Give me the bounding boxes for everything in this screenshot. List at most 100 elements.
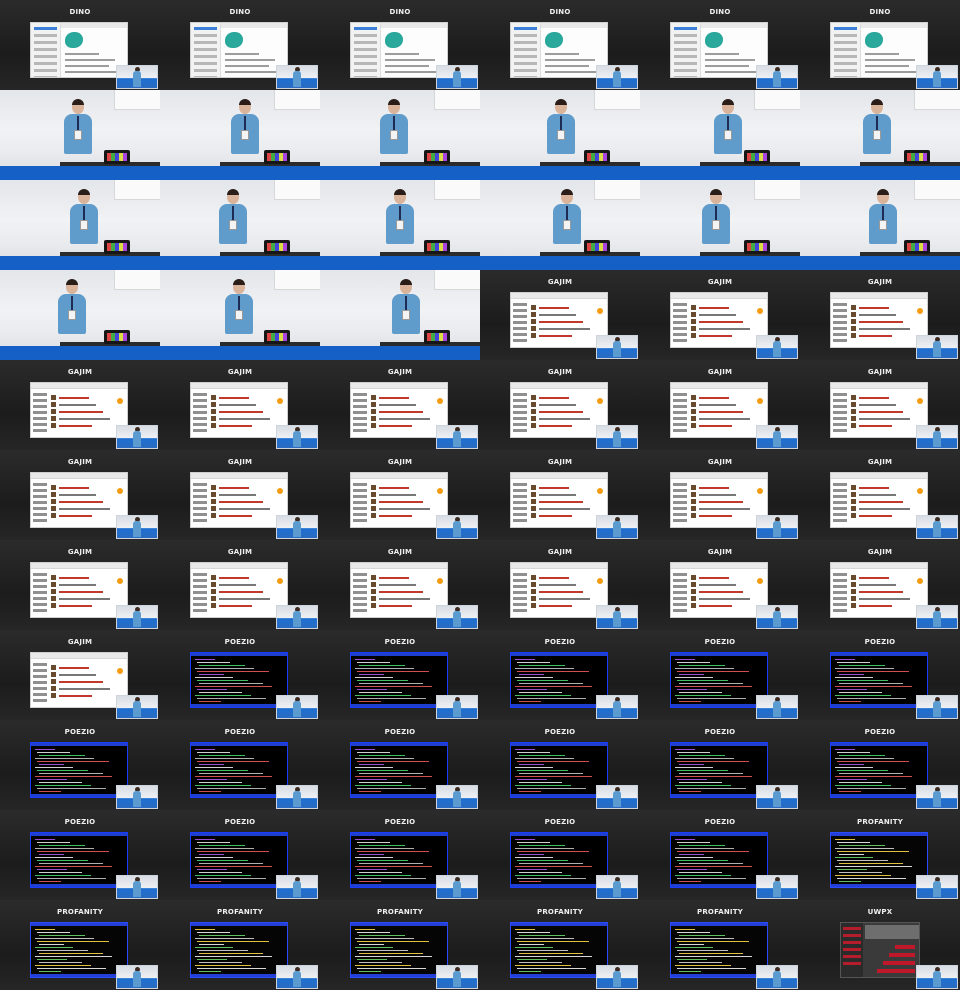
terminal-line	[199, 881, 221, 882]
slide-frame-gajim[interactable]: GAJIM	[480, 360, 640, 450]
slide-frame-gajim[interactable]: GAJIM	[0, 450, 160, 540]
slide-frame-gajim[interactable]: GAJIM	[800, 540, 960, 630]
avatar	[531, 312, 536, 317]
camera-frame[interactable]	[0, 90, 160, 180]
slide-frame-poezio[interactable]: POEZIO	[480, 630, 640, 720]
slide-frame-poezio[interactable]: POEZIO	[160, 720, 320, 810]
roster-item	[673, 399, 687, 402]
message-line	[59, 598, 110, 600]
slide-frame-dino[interactable]: DINO	[480, 0, 640, 90]
roster-column	[833, 393, 847, 435]
speaker	[390, 279, 422, 346]
avatar	[691, 589, 696, 594]
camera-frame[interactable]	[320, 90, 480, 180]
avatar	[531, 499, 536, 504]
message-line	[705, 53, 739, 55]
slide-frame-poezio[interactable]: POEZIO	[320, 720, 480, 810]
slide-frame-profanity[interactable]: PROFANITY	[480, 900, 640, 990]
terminal-line	[839, 782, 882, 783]
slide-frame-gajim[interactable]: GAJIM	[0, 360, 160, 450]
slide-frame-poezio[interactable]: POEZIO	[800, 630, 960, 720]
slide-frame-gajim[interactable]: GAJIM	[320, 450, 480, 540]
gajim-screenshot	[670, 382, 768, 438]
slide-frame-dino[interactable]: DINO	[160, 0, 320, 90]
speaker-video-inset	[436, 875, 478, 899]
window-menubar	[191, 473, 287, 479]
slide-frame-dino[interactable]: DINO	[0, 0, 160, 90]
speaker-video-inset	[436, 695, 478, 719]
avatar	[531, 513, 536, 518]
terminal-line	[37, 932, 70, 933]
slide-frame-poezio[interactable]: POEZIO	[640, 810, 800, 900]
slide-frame-profanity[interactable]: PROFANITY	[320, 900, 480, 990]
slide-frame-poezio[interactable]: POEZIO	[160, 630, 320, 720]
slide-frame-gajim[interactable]: GAJIM	[640, 270, 800, 360]
slide-frame-uwpx[interactable]: UWPX	[800, 900, 960, 990]
slide-frame-poezio[interactable]: POEZIO	[480, 720, 640, 810]
roster-item	[353, 585, 367, 588]
slide-frame-poezio[interactable]: POEZIO	[0, 810, 160, 900]
slide-frame-profanity[interactable]: PROFANITY	[800, 810, 960, 900]
roster-item	[513, 591, 527, 594]
message-line	[219, 508, 270, 510]
slide-frame-poezio[interactable]: POEZIO	[0, 720, 160, 810]
message-line	[705, 77, 745, 78]
slide-frame-dino[interactable]: DINO	[320, 0, 480, 90]
camera-frame[interactable]	[320, 270, 480, 360]
slide-frame-poezio[interactable]: POEZIO	[640, 630, 800, 720]
slide-frame-gajim[interactable]: GAJIM	[320, 540, 480, 630]
camera-frame[interactable]	[800, 90, 960, 180]
name-badge	[402, 310, 410, 320]
slide-frame-gajim[interactable]: GAJIM	[800, 270, 960, 360]
slide-frame-profanity[interactable]: PROFANITY	[640, 900, 800, 990]
camera-frame[interactable]	[800, 180, 960, 270]
slide-frame-dino[interactable]: DINO	[640, 0, 800, 90]
slide-frame-profanity[interactable]: PROFANITY	[0, 900, 160, 990]
slide-frame-gajim[interactable]: GAJIM	[640, 450, 800, 540]
slide-frame-poezio[interactable]: POEZIO	[320, 630, 480, 720]
slide-frame-gajim[interactable]: GAJIM	[0, 630, 160, 720]
slide-frame-gajim[interactable]: GAJIM	[800, 450, 960, 540]
camera-frame[interactable]	[0, 180, 160, 270]
slide-frame-gajim[interactable]: GAJIM	[160, 540, 320, 630]
slide-frame-poezio[interactable]: POEZIO	[160, 810, 320, 900]
terminal-line	[517, 761, 589, 762]
slide-frame-gajim[interactable]: GAJIM	[640, 540, 800, 630]
message-line	[65, 71, 121, 73]
terminal-tabbar	[511, 743, 607, 746]
sidebar-item	[843, 962, 861, 965]
slide-frame-poezio[interactable]: POEZIO	[800, 720, 960, 810]
slide-frame-gajim[interactable]: GAJIM	[480, 270, 640, 360]
slide-frame-poezio[interactable]: POEZIO	[480, 810, 640, 900]
message-line	[59, 591, 103, 593]
camera-frame[interactable]	[160, 180, 320, 270]
slide-frame-gajim[interactable]: GAJIM	[320, 360, 480, 450]
speaker-video-inset	[756, 785, 798, 809]
camera-frame[interactable]	[480, 90, 640, 180]
camera-frame[interactable]	[640, 180, 800, 270]
slide-frame-gajim[interactable]: GAJIM	[480, 540, 640, 630]
slide-frame-dino[interactable]: DINO	[800, 0, 960, 90]
camera-frame[interactable]	[320, 180, 480, 270]
avatar	[51, 499, 56, 504]
slide-frame-poezio[interactable]: POEZIO	[640, 720, 800, 810]
camera-frame[interactable]	[640, 90, 800, 180]
terminal-line	[675, 686, 752, 687]
slide-frame-gajim[interactable]: GAJIM	[0, 540, 160, 630]
slide-frame-gajim[interactable]: GAJIM	[160, 450, 320, 540]
message-line	[865, 59, 915, 61]
slide-frame-poezio[interactable]: POEZIO	[320, 810, 480, 900]
camera-frame[interactable]	[0, 270, 160, 360]
slide-frame-gajim[interactable]: GAJIM	[480, 450, 640, 540]
slide-frame-profanity[interactable]: PROFANITY	[160, 900, 320, 990]
slide-frame-gajim[interactable]: GAJIM	[640, 360, 800, 450]
roster-item	[193, 489, 207, 492]
camera-frame[interactable]	[160, 90, 320, 180]
terminal-line	[839, 701, 861, 702]
slide-frame-gajim[interactable]: GAJIM	[160, 360, 320, 450]
camera-frame[interactable]	[480, 180, 640, 270]
desk-surface	[480, 166, 640, 180]
roster-item	[673, 609, 687, 612]
slide-frame-gajim[interactable]: GAJIM	[800, 360, 960, 450]
camera-frame[interactable]	[160, 270, 320, 360]
